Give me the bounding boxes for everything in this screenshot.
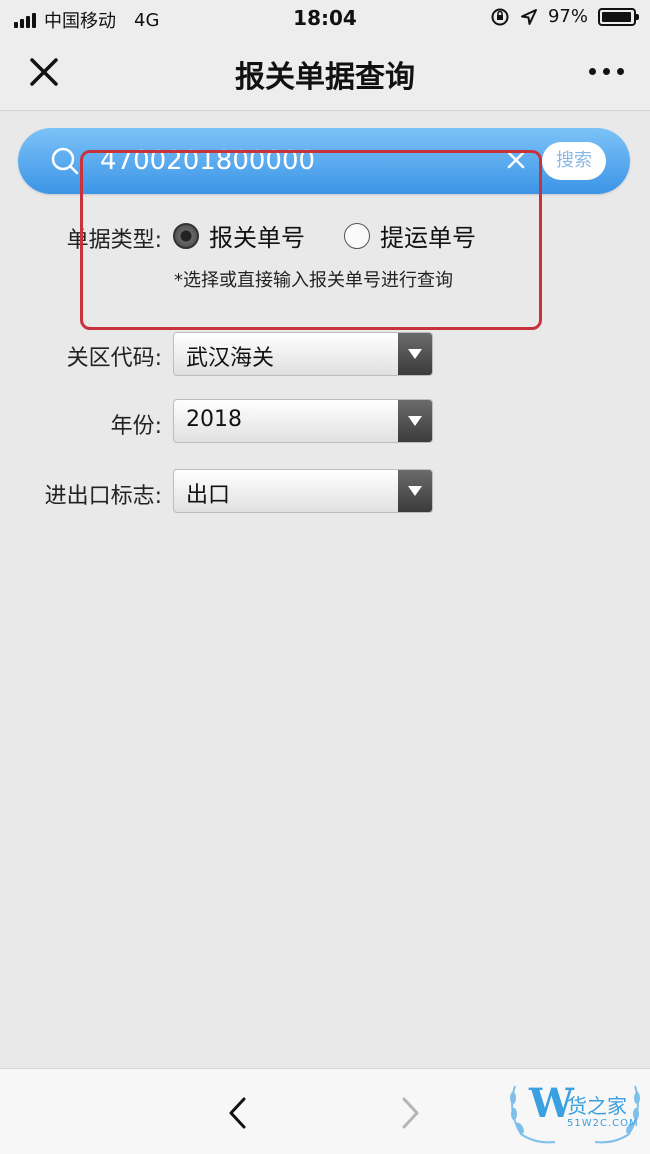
hint-text: *选择或直接输入报关单号进行查询 bbox=[174, 270, 453, 291]
battery-icon bbox=[598, 7, 639, 26]
dropdown-arrow-icon[interactable] bbox=[398, 400, 432, 442]
select-value: 2018 bbox=[186, 407, 242, 432]
page-title: 报关单据查询 bbox=[235, 60, 415, 95]
import-export-label: 进出口标志: bbox=[44, 484, 162, 509]
radio-label: 报关单号 bbox=[209, 224, 305, 252]
customs-code-select[interactable]: 武汉海关 bbox=[173, 332, 433, 376]
watermark-text: 货之家 bbox=[567, 1094, 627, 1118]
search-input[interactable] bbox=[100, 140, 420, 182]
import-export-select[interactable]: 出口 bbox=[173, 469, 433, 513]
radio-unselected-icon[interactable] bbox=[344, 222, 370, 249]
location-arrow-icon bbox=[520, 8, 537, 25]
radio-selected-icon[interactable] bbox=[173, 222, 199, 249]
year-select[interactable]: 2018 bbox=[173, 399, 433, 443]
watermark-url: 51W2C.COM bbox=[567, 1118, 639, 1129]
dropdown-arrow-icon[interactable] bbox=[398, 333, 432, 375]
back-arrow-icon[interactable] bbox=[226, 1095, 250, 1131]
nav-bar: 报关单据查询 bbox=[0, 38, 650, 111]
battery-percent: 97% bbox=[547, 6, 588, 27]
dropdown-arrow-icon[interactable] bbox=[398, 470, 432, 512]
search-button[interactable]: 搜索 bbox=[542, 142, 606, 180]
select-value: 武汉海关 bbox=[186, 346, 275, 371]
status-right: 97% bbox=[490, 6, 639, 27]
select-value: 出口 bbox=[186, 483, 231, 508]
radio-option-customs-no[interactable]: 报关单号 bbox=[173, 218, 305, 253]
customs-code-label: 关区代码: bbox=[66, 346, 162, 371]
radio-option-bill-no[interactable]: 提运单号 bbox=[344, 218, 476, 253]
clear-icon[interactable] bbox=[504, 148, 528, 172]
forward-arrow-icon bbox=[402, 1097, 419, 1129]
search-icon bbox=[51, 147, 79, 175]
radio-label: 提运单号 bbox=[380, 224, 476, 252]
more-icon[interactable] bbox=[589, 68, 624, 75]
year-label: 年份: bbox=[110, 414, 162, 439]
status-bar: 中国移动 4G 18:04 97% bbox=[0, 0, 650, 38]
doc-type-label: 单据类型: bbox=[66, 228, 162, 253]
orientation-lock-icon bbox=[491, 8, 509, 25]
search-bar: 搜索 bbox=[18, 128, 630, 194]
watermark-logo: W 货之家 51W2C.COM bbox=[505, 1076, 645, 1146]
